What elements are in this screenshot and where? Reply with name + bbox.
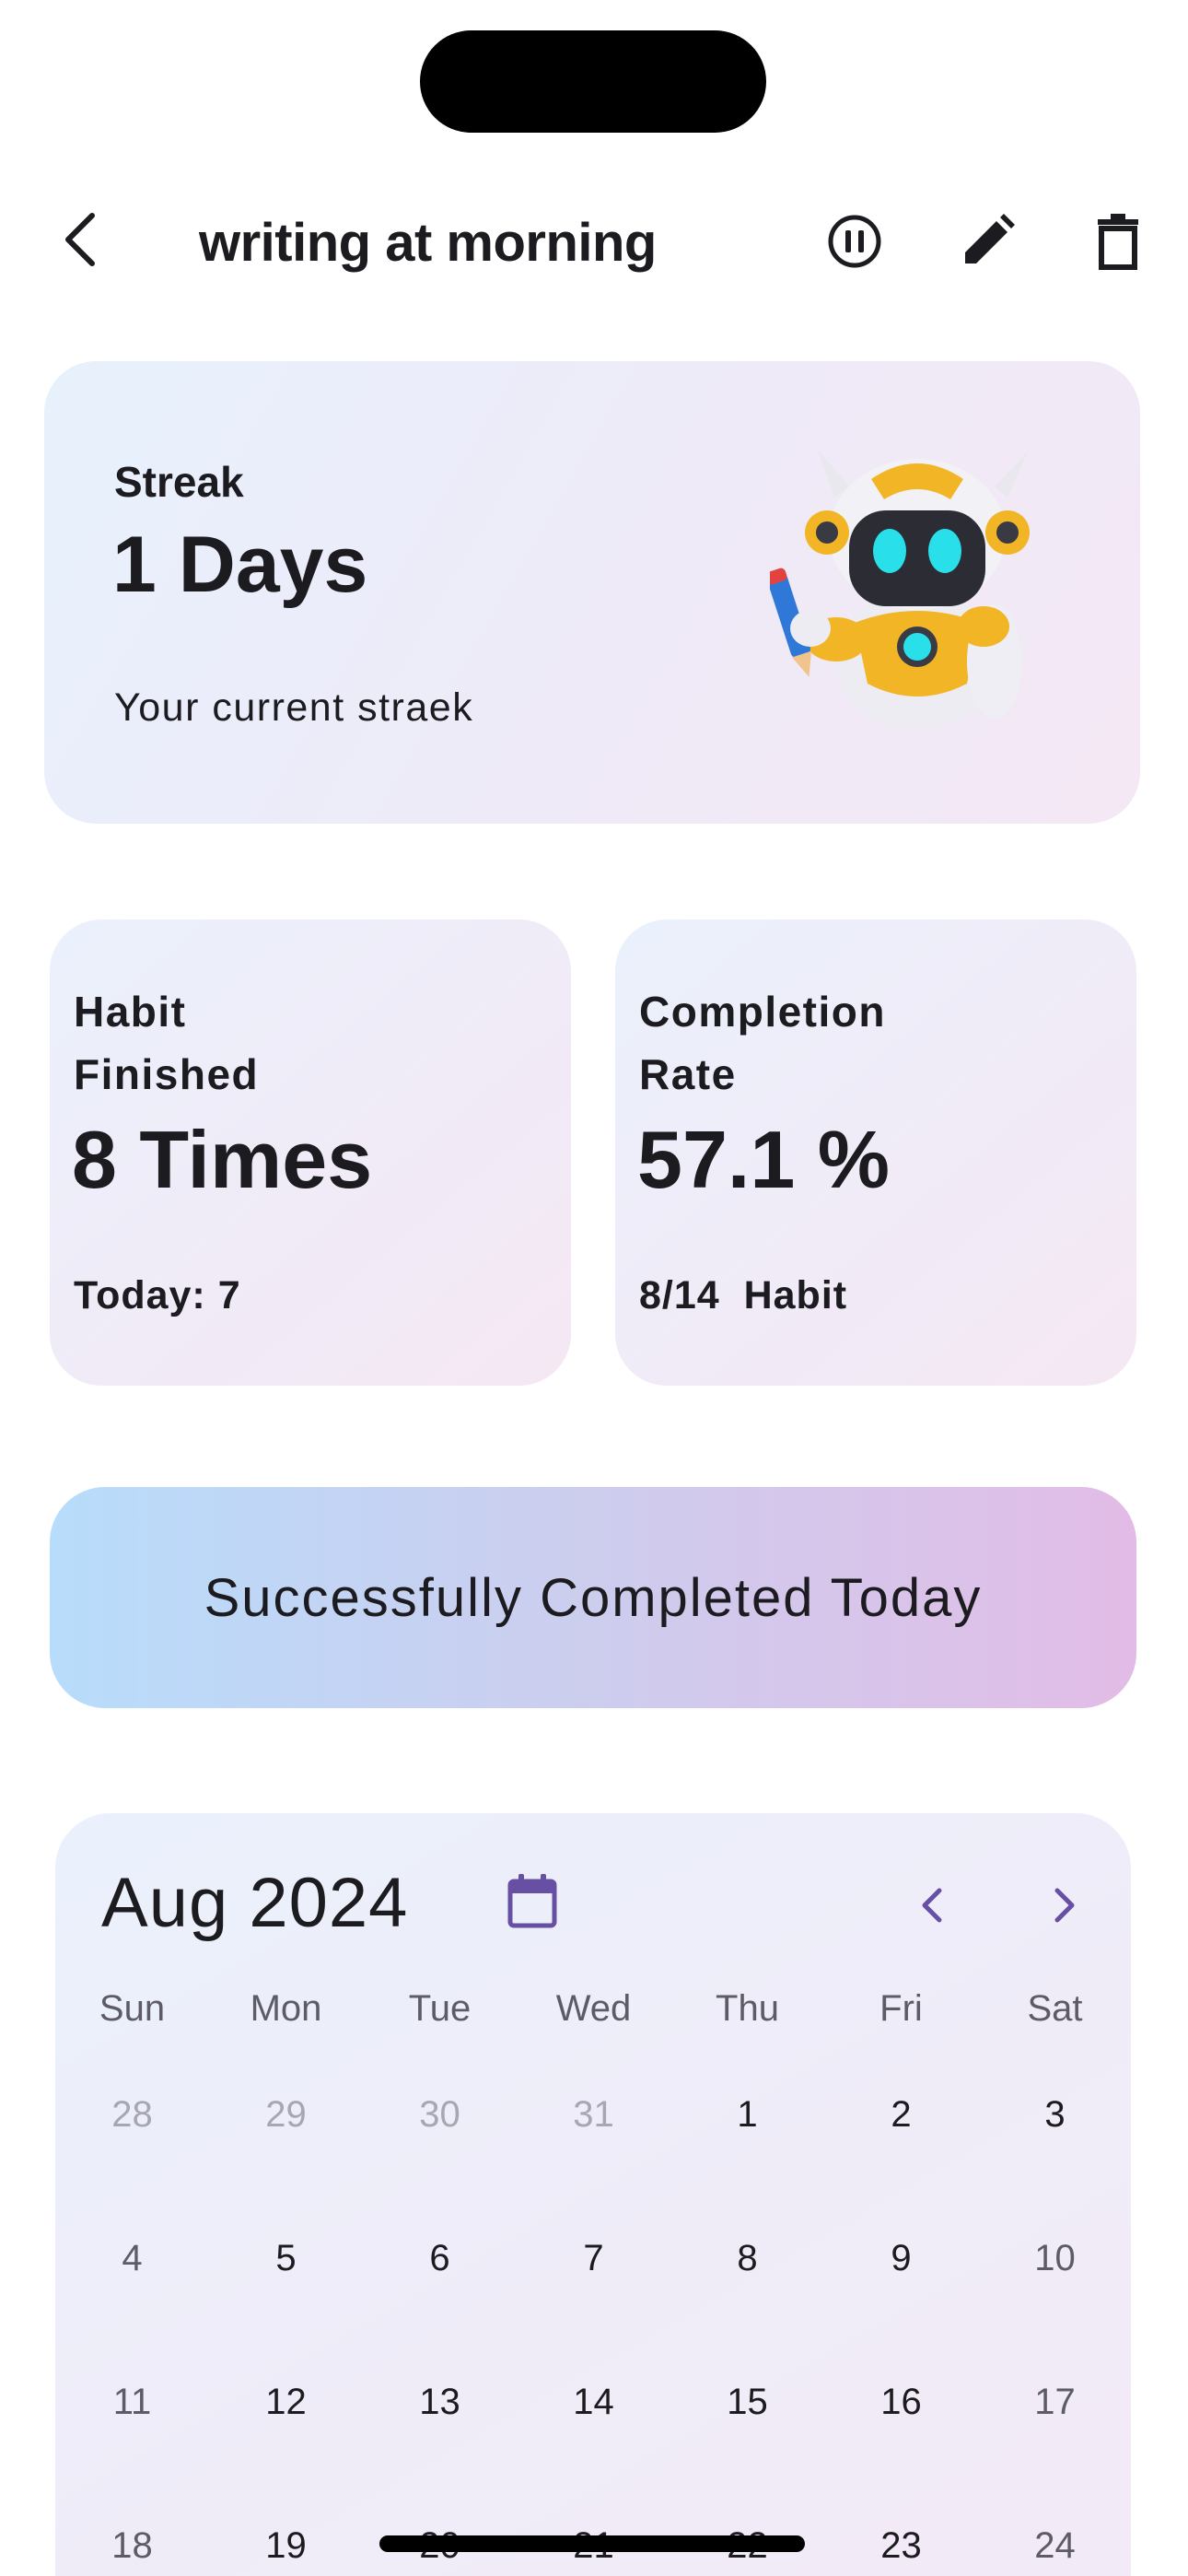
app-bar: writing at morning	[0, 184, 1188, 299]
completed-today-text: Successfully Completed Today	[204, 1567, 983, 1628]
calendar-day[interactable]: 5	[209, 2217, 363, 2300]
delete-button[interactable]	[1079, 203, 1157, 280]
edit-button[interactable]	[949, 203, 1026, 280]
weekday-label: Wed	[555, 1988, 632, 2029]
pause-circle-icon	[828, 215, 881, 268]
pencil-icon	[965, 214, 1015, 263]
calendar-day-outside[interactable]: 28	[55, 2073, 209, 2156]
completion-rate-count: 8/14 Habit	[639, 1273, 848, 1317]
weekday-header: Sun Mon Tue Wed Thu Fri Sat	[55, 1988, 1131, 2043]
calendar-day[interactable]: 19	[209, 2504, 363, 2576]
back-button[interactable]	[44, 201, 114, 278]
streak-label: Streak	[114, 458, 244, 506]
pause-button[interactable]	[816, 203, 893, 280]
habit-finished-label: Habit Finished	[74, 988, 260, 1098]
calendar-day[interactable]: 6	[363, 2217, 517, 2300]
calendar-day[interactable]: 24	[978, 2504, 1132, 2576]
calendar: Aug 2024 Sun Mon Tue Wed Thu Fri Sat 28 …	[55, 1813, 1131, 2576]
previous-month-button[interactable]	[899, 1872, 965, 1938]
robot-illustration	[770, 450, 1030, 730]
calendar-day-outside[interactable]: 29	[209, 2073, 363, 2156]
calendar-day[interactable]: 10	[978, 2217, 1132, 2300]
weekday-label: Sat	[1027, 1988, 1083, 2029]
chevron-right-icon	[1054, 1888, 1075, 1923]
completion-rate-value: 57.1 %	[637, 1114, 890, 1205]
calendar-day[interactable]: 1	[670, 2073, 824, 2156]
habit-finished-value: 8 Times	[72, 1114, 373, 1205]
weekday-label: Thu	[716, 1988, 779, 2029]
chevron-left-icon	[922, 1888, 942, 1923]
calendar-month-title: Aug 2024	[101, 1864, 409, 1942]
completion-rate-label: Completion Rate	[639, 988, 886, 1098]
streak-card: Streak 1 Days Your current straek	[44, 361, 1140, 824]
calendar-day-outside[interactable]: 30	[363, 2073, 517, 2156]
calendar-day[interactable]: 14	[517, 2360, 670, 2443]
streak-subtitle: Your current straek	[114, 685, 474, 730]
calendar-day[interactable]: 18	[55, 2504, 209, 2576]
calendar-day[interactable]: 15	[670, 2360, 824, 2443]
calendar-day[interactable]: 12	[209, 2360, 363, 2443]
completion-rate-card: Completion Rate 57.1 % 8/14 Habit	[615, 919, 1136, 1386]
completed-today-button[interactable]: Successfully Completed Today	[50, 1487, 1136, 1708]
calendar-day-outside[interactable]: 31	[517, 2073, 670, 2156]
calendar-day[interactable]: 17	[978, 2360, 1132, 2443]
month-picker-button[interactable]	[507, 1872, 558, 1946]
calendar-day[interactable]: 3	[978, 2073, 1132, 2156]
page-title: writing at morning	[199, 213, 657, 273]
trash-icon	[1098, 214, 1138, 270]
calendar-day[interactable]: 11	[55, 2360, 209, 2443]
weekday-label: Sun	[99, 1988, 166, 2029]
calendar-day[interactable]: 9	[824, 2217, 978, 2300]
calendar-day[interactable]: 4	[55, 2217, 209, 2300]
habit-finished-today: Today: 7	[74, 1273, 241, 1317]
weekday-label: Mon	[250, 1988, 322, 2029]
calendar-day[interactable]: 7	[517, 2217, 670, 2300]
calendar-day[interactable]: 2	[824, 2073, 978, 2156]
weekday-label: Tue	[408, 1988, 472, 2029]
streak-value: 1 Days	[112, 521, 368, 609]
home-indicator[interactable]	[379, 2535, 805, 2552]
calendar-day[interactable]: 8	[670, 2217, 824, 2300]
next-month-button[interactable]	[1031, 1872, 1098, 1938]
calendar-icon	[507, 1874, 557, 1928]
dynamic-island	[420, 30, 766, 133]
habit-finished-card: Habit Finished 8 Times Today: 7	[50, 919, 571, 1386]
calendar-day[interactable]: 13	[363, 2360, 517, 2443]
weekday-label: Fri	[879, 1988, 923, 2029]
calendar-day[interactable]: 23	[824, 2504, 978, 2576]
chevron-left-icon	[65, 213, 95, 266]
calendar-day[interactable]: 16	[824, 2360, 978, 2443]
